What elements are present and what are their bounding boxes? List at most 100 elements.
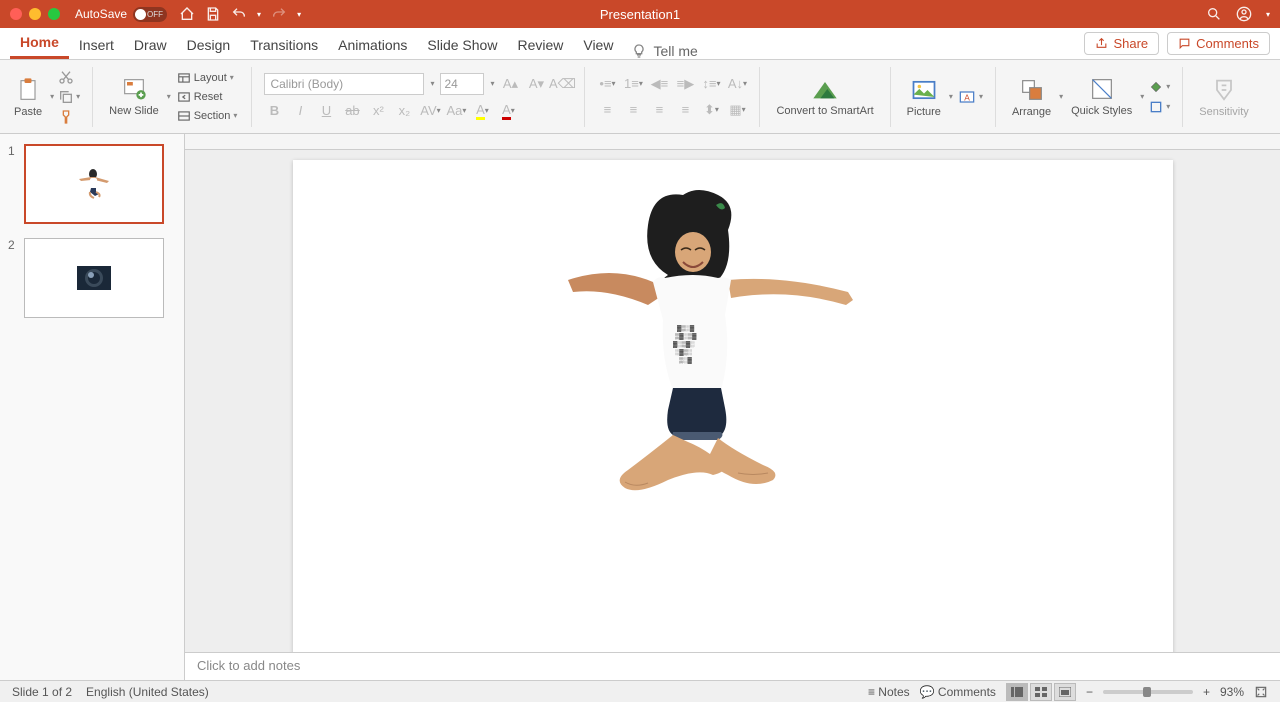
quick-styles-dropdown-icon[interactable]: ▾ — [1140, 92, 1144, 101]
arrange-dropdown-icon[interactable]: ▾ — [1059, 92, 1063, 101]
normal-view-button[interactable] — [1006, 683, 1028, 701]
slide-canvas[interactable]: ▓▒░▓▒▓░▒▓▓░▒▓░░▓▒░▒░▓ — [293, 160, 1173, 652]
align-right-button[interactable]: ≡ — [649, 100, 669, 120]
bullets-button[interactable]: •≡▾ — [597, 74, 617, 94]
section-button[interactable]: Section ▾ — [175, 108, 240, 124]
comments-button[interactable]: Comments — [1167, 32, 1270, 55]
clear-format-icon[interactable]: A⌫ — [552, 74, 572, 94]
columns-button[interactable]: ▦▾ — [727, 100, 747, 120]
fit-window-icon[interactable] — [1254, 685, 1268, 699]
minimize-window-icon[interactable] — [29, 8, 41, 20]
tab-design[interactable]: Design — [177, 31, 241, 59]
zoom-thumb[interactable] — [1143, 687, 1151, 697]
font-size-select[interactable] — [440, 73, 484, 95]
font-name-dropdown-icon[interactable]: ▾ — [430, 79, 434, 88]
text-direction-button[interactable]: A↓▾ — [727, 74, 747, 94]
increase-indent-button[interactable]: ≡▶ — [675, 74, 695, 94]
zoom-out-button[interactable]: − — [1086, 685, 1093, 699]
new-slide-button[interactable]: New Slide — [105, 73, 163, 119]
shape-outline-dropdown-icon[interactable]: ▾ — [1166, 102, 1170, 111]
format-painter-icon[interactable] — [58, 109, 74, 125]
tab-insert[interactable]: Insert — [69, 31, 124, 59]
underline-button[interactable]: U — [316, 101, 336, 121]
picture-dropdown-icon[interactable]: ▾ — [949, 92, 953, 101]
numbering-button[interactable]: 1≡▾ — [623, 74, 643, 94]
undo-icon[interactable] — [231, 6, 247, 22]
layout-button[interactable]: Layout ▾ — [175, 70, 240, 86]
new-slide-dropdown-icon[interactable]: ▾ — [167, 92, 171, 101]
font-size-dropdown-icon[interactable]: ▾ — [490, 79, 494, 88]
autosave-control[interactable]: AutoSave OFF — [75, 7, 167, 22]
font-name-select[interactable] — [264, 73, 424, 95]
redo-icon[interactable] — [271, 6, 287, 22]
zoom-level[interactable]: 93% — [1220, 685, 1244, 699]
sensitivity-button[interactable]: Sensitivity — [1195, 74, 1253, 120]
arrange-button[interactable]: Arrange — [1008, 74, 1055, 120]
reading-view-button[interactable] — [1054, 683, 1076, 701]
close-window-icon[interactable] — [10, 8, 22, 20]
language-status[interactable]: English (United States) — [86, 685, 209, 699]
align-left-button[interactable]: ≡ — [597, 100, 617, 120]
home-icon[interactable] — [179, 6, 195, 22]
copy-icon[interactable] — [58, 89, 74, 105]
notes-toggle[interactable]: ≡ Notes — [868, 685, 910, 699]
shape-fill-dropdown-icon[interactable]: ▾ — [1166, 82, 1170, 91]
quick-styles-button[interactable]: Quick Styles — [1067, 73, 1136, 119]
canvas-scroll[interactable]: ▓▒░▓▒▓░▒▓▓░▒▓░░▓▒░▒░▓ — [185, 150, 1280, 652]
tab-home[interactable]: Home — [10, 28, 69, 59]
tab-transitions[interactable]: Transitions — [240, 31, 328, 59]
align-center-button[interactable]: ≡ — [623, 100, 643, 120]
italic-button[interactable]: I — [290, 101, 310, 121]
shape-fill-icon[interactable] — [1148, 79, 1164, 95]
align-vertical-button[interactable]: ⬍▾ — [701, 100, 721, 120]
qat-customize-icon[interactable]: ▾ — [297, 10, 301, 19]
superscript-button[interactable]: x² — [368, 101, 388, 121]
maximize-window-icon[interactable] — [48, 8, 60, 20]
subscript-button[interactable]: x₂ — [394, 101, 414, 121]
cut-icon[interactable] — [58, 69, 74, 85]
user-icon[interactable] — [1236, 6, 1252, 22]
highlight-button[interactable]: A▾ — [472, 101, 492, 121]
convert-smartart-button[interactable]: Convert to SmartArt — [772, 73, 877, 119]
copy-dropdown-icon[interactable]: ▾ — [76, 92, 80, 101]
decrease-font-icon[interactable]: A▾ — [526, 74, 546, 94]
zoom-slider[interactable] — [1103, 690, 1193, 694]
save-icon[interactable] — [205, 6, 221, 22]
decrease-indent-button[interactable]: ◀≡ — [649, 74, 669, 94]
sorter-view-button[interactable] — [1030, 683, 1052, 701]
reset-button[interactable]: Reset — [175, 89, 240, 105]
bold-button[interactable]: B — [264, 101, 284, 121]
thumb-preview[interactable] — [24, 238, 164, 318]
strikethrough-button[interactable]: ab — [342, 101, 362, 121]
search-icon[interactable] — [1206, 6, 1222, 22]
tab-slideshow[interactable]: Slide Show — [417, 31, 507, 59]
tab-review[interactable]: Review — [507, 31, 573, 59]
char-spacing-button[interactable]: AV▾ — [420, 101, 440, 121]
autosave-toggle[interactable]: OFF — [133, 7, 167, 22]
increase-font-icon[interactable]: A▴ — [500, 74, 520, 94]
shape-outline-icon[interactable] — [1148, 99, 1164, 115]
line-spacing-button[interactable]: ↕≡▾ — [701, 74, 721, 94]
share-button[interactable]: Share — [1084, 32, 1159, 55]
font-color-button[interactable]: A▾ — [498, 101, 518, 121]
textbox-icon[interactable]: A — [957, 87, 977, 107]
slide-thumb-2[interactable]: 2 — [8, 238, 176, 318]
zoom-in-button[interactable]: + — [1203, 685, 1210, 699]
slide-panel[interactable]: 1 2 — [0, 134, 185, 680]
paste-dropdown-icon[interactable]: ▾ — [50, 92, 54, 101]
change-case-button[interactable]: Aa▾ — [446, 101, 466, 121]
tab-view[interactable]: View — [573, 31, 623, 59]
comments-toggle[interactable]: 💬 Comments — [920, 685, 996, 699]
textbox-dropdown-icon[interactable]: ▾ — [979, 92, 983, 101]
picture-button[interactable]: Picture — [903, 74, 945, 120]
tell-me-search[interactable]: Tell me — [631, 43, 697, 59]
user-dropdown-icon[interactable]: ▾ — [1266, 10, 1270, 19]
undo-dropdown-icon[interactable]: ▾ — [257, 10, 261, 19]
thumb-preview[interactable] — [24, 144, 164, 224]
slide-counter[interactable]: Slide 1 of 2 — [12, 685, 72, 699]
slide-image[interactable]: ▓▒░▓▒▓░▒▓▓░▒▓░░▓▒░▒░▓ — [553, 180, 863, 500]
paste-button[interactable]: Paste — [10, 74, 46, 120]
tab-animations[interactable]: Animations — [328, 31, 417, 59]
align-justify-button[interactable]: ≡ — [675, 100, 695, 120]
slide-thumb-1[interactable]: 1 — [8, 144, 176, 224]
